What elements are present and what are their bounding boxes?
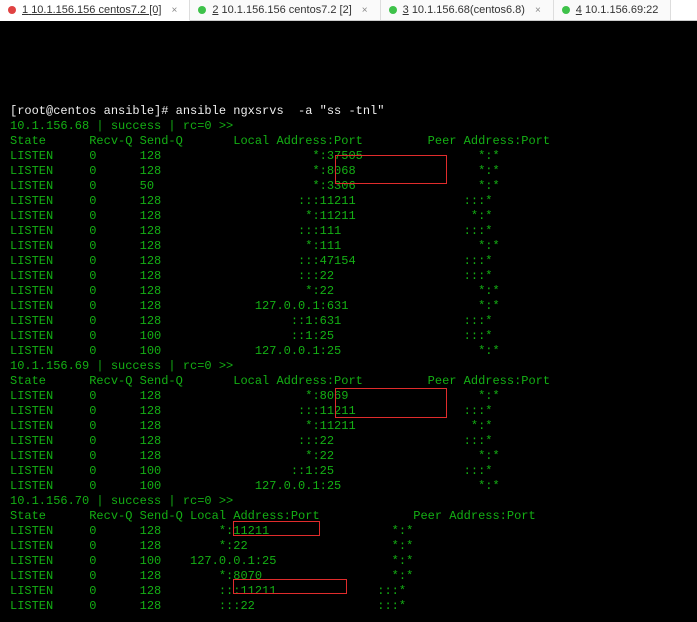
tab-3[interactable]: 3 10.1.156.68(centos6.8) ×	[381, 0, 554, 20]
table-row: LISTEN 0 128 *:8068 *:*	[10, 164, 689, 179]
table-row: LISTEN 0 100 127.0.0.1:25 *:*	[10, 479, 689, 494]
table-row: LISTEN 0 128 *:22 *:*	[10, 449, 689, 464]
table-row: LISTEN 0 100 ::1:25 :::*	[10, 329, 689, 344]
table-row: LISTEN 0 128 :::11211 :::*	[10, 194, 689, 209]
table-row: LISTEN 0 128 *:22 *:*	[10, 284, 689, 299]
column-header: State Recv-Q Send-Q Local Address:Port P…	[10, 134, 689, 149]
table-row: LISTEN 0 128 ::1:631 :::*	[10, 314, 689, 329]
terminal-output[interactable]: [root@centos ansible]# ansible ngxsrvs -…	[0, 21, 697, 622]
table-row: LISTEN 0 128 *:37505 *:*	[10, 149, 689, 164]
column-header: State Recv-Q Send-Q Local Address:Port P…	[10, 509, 689, 524]
tab-num: 2	[212, 4, 218, 16]
table-row: LISTEN 0 128 :::22 :::*	[10, 434, 689, 449]
host-header: 10.1.156.69 | success | rc=0 >>	[10, 359, 689, 374]
table-row: LISTEN 0 100 127.0.0.1:25 *:*	[10, 554, 689, 569]
table-row: LISTEN 0 128 *:22 *:*	[10, 539, 689, 554]
table-row: LISTEN 0 128 *:11211 *:*	[10, 524, 689, 539]
host-header: 10.1.156.68 | success | rc=0 >>	[10, 119, 689, 134]
tab-text: 10.1.156.156 centos7.2 [2]	[222, 4, 352, 16]
tab-num: 4	[576, 4, 582, 16]
tab-num: 3	[403, 4, 409, 16]
tab-4[interactable]: 4 10.1.156.69:22	[554, 0, 672, 20]
close-icon[interactable]: ×	[171, 5, 177, 16]
table-row: LISTEN 0 128 *:11211 *:*	[10, 209, 689, 224]
column-header: State Recv-Q Send-Q Local Address:Port P…	[10, 374, 689, 389]
table-row: LISTEN 0 128 *:11211 *:*	[10, 419, 689, 434]
status-dot-icon	[562, 6, 570, 14]
table-row: LISTEN 0 128 *:111 *:*	[10, 239, 689, 254]
table-row: LISTEN 0 50 *:3306 *:*	[10, 179, 689, 194]
prompt-line: [root@centos ansible]# ansible ngxsrvs -…	[10, 104, 689, 119]
table-row: LISTEN 0 128 :::22 :::*	[10, 269, 689, 284]
table-row: LISTEN 0 128 127.0.0.1:631 *:*	[10, 299, 689, 314]
tab-text: 10.1.156.68(centos6.8)	[412, 4, 525, 16]
tab-num: 1	[22, 4, 28, 16]
tab-text: 10.1.156.156 centos7.2 [0]	[31, 4, 161, 16]
table-row: LISTEN 0 128 *:8070 *:*	[10, 569, 689, 584]
table-row: LISTEN 0 128 :::22 :::*	[10, 599, 689, 614]
table-row: LISTEN 0 100 127.0.0.1:25 *:*	[10, 344, 689, 359]
table-row: LISTEN 0 100 ::1:25 :::*	[10, 464, 689, 479]
table-row: LISTEN 0 128 :::111 :::*	[10, 224, 689, 239]
status-dot-icon	[198, 6, 206, 14]
status-dot-icon	[8, 6, 16, 14]
tab-text: 10.1.156.69:22	[585, 4, 658, 16]
status-dot-icon	[389, 6, 397, 14]
tab-bar: 1 10.1.156.156 centos7.2 [0] × 2 10.1.15…	[0, 0, 697, 21]
tab-1[interactable]: 1 10.1.156.156 centos7.2 [0] ×	[0, 0, 190, 21]
tab-2[interactable]: 2 10.1.156.156 centos7.2 [2] ×	[190, 0, 380, 20]
table-row: LISTEN 0 128 *:8069 *:*	[10, 389, 689, 404]
close-icon[interactable]: ×	[362, 5, 368, 16]
table-row: LISTEN 0 128 :::47154 :::*	[10, 254, 689, 269]
table-row: LISTEN 0 128 :::11211 :::*	[10, 584, 689, 599]
table-row: LISTEN 0 128 :::11211 :::*	[10, 404, 689, 419]
host-header: 10.1.156.70 | success | rc=0 >>	[10, 494, 689, 509]
close-icon[interactable]: ×	[535, 5, 541, 16]
